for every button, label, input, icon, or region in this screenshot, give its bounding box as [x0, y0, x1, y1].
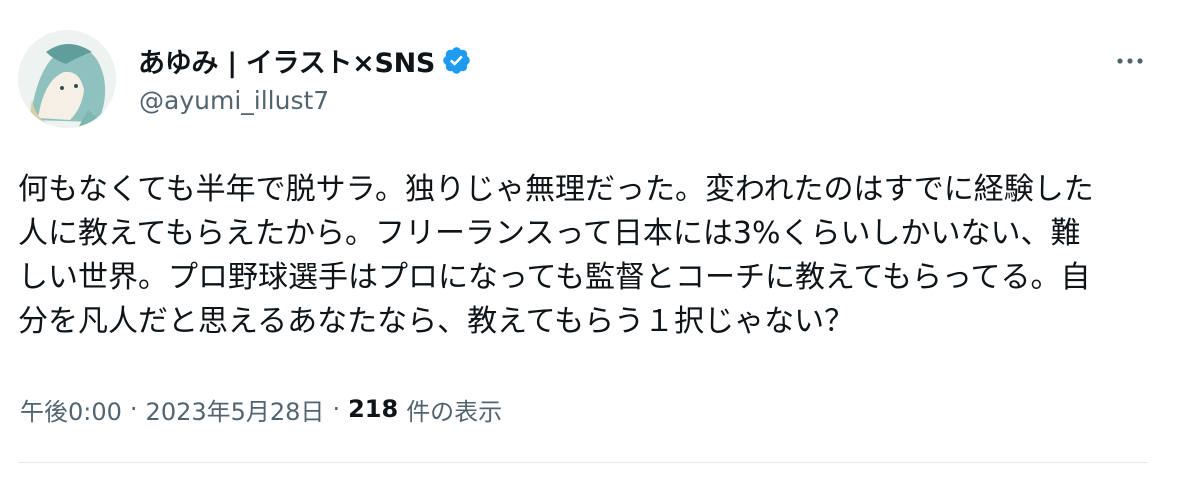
author-display-name[interactable]: あゆみ | イラスト×SNS [138, 41, 435, 80]
author-name-row[interactable]: あゆみ | イラスト×SNS [138, 41, 472, 80]
tweet-meta: 午後0:00 · 2023年5月28日 · 218 件の表示 [20, 391, 502, 427]
more-options-button[interactable] [1110, 46, 1150, 76]
avatar-illustration [18, 30, 116, 128]
tweet-text: 何もなくても半年で脱サラ。独りじゃ無理だった。変われたのはすでに経験した 人に教… [18, 172, 1094, 339]
meta-separator: · [332, 395, 341, 423]
avatar[interactable] [18, 30, 116, 128]
view-count[interactable]: 218 [348, 395, 398, 423]
author-handle[interactable]: @ayumi_illust7 [139, 86, 329, 115]
more-horizontal-icon [1117, 58, 1143, 64]
view-label: 件の表示 [406, 397, 503, 426]
tweet-time[interactable]: 午後0:00 [20, 392, 122, 427]
tweet-date[interactable]: 2023年5月28日 [146, 392, 325, 427]
divider [18, 462, 1148, 463]
verified-badge-icon[interactable] [441, 45, 472, 76]
meta-separator: · [129, 395, 138, 423]
